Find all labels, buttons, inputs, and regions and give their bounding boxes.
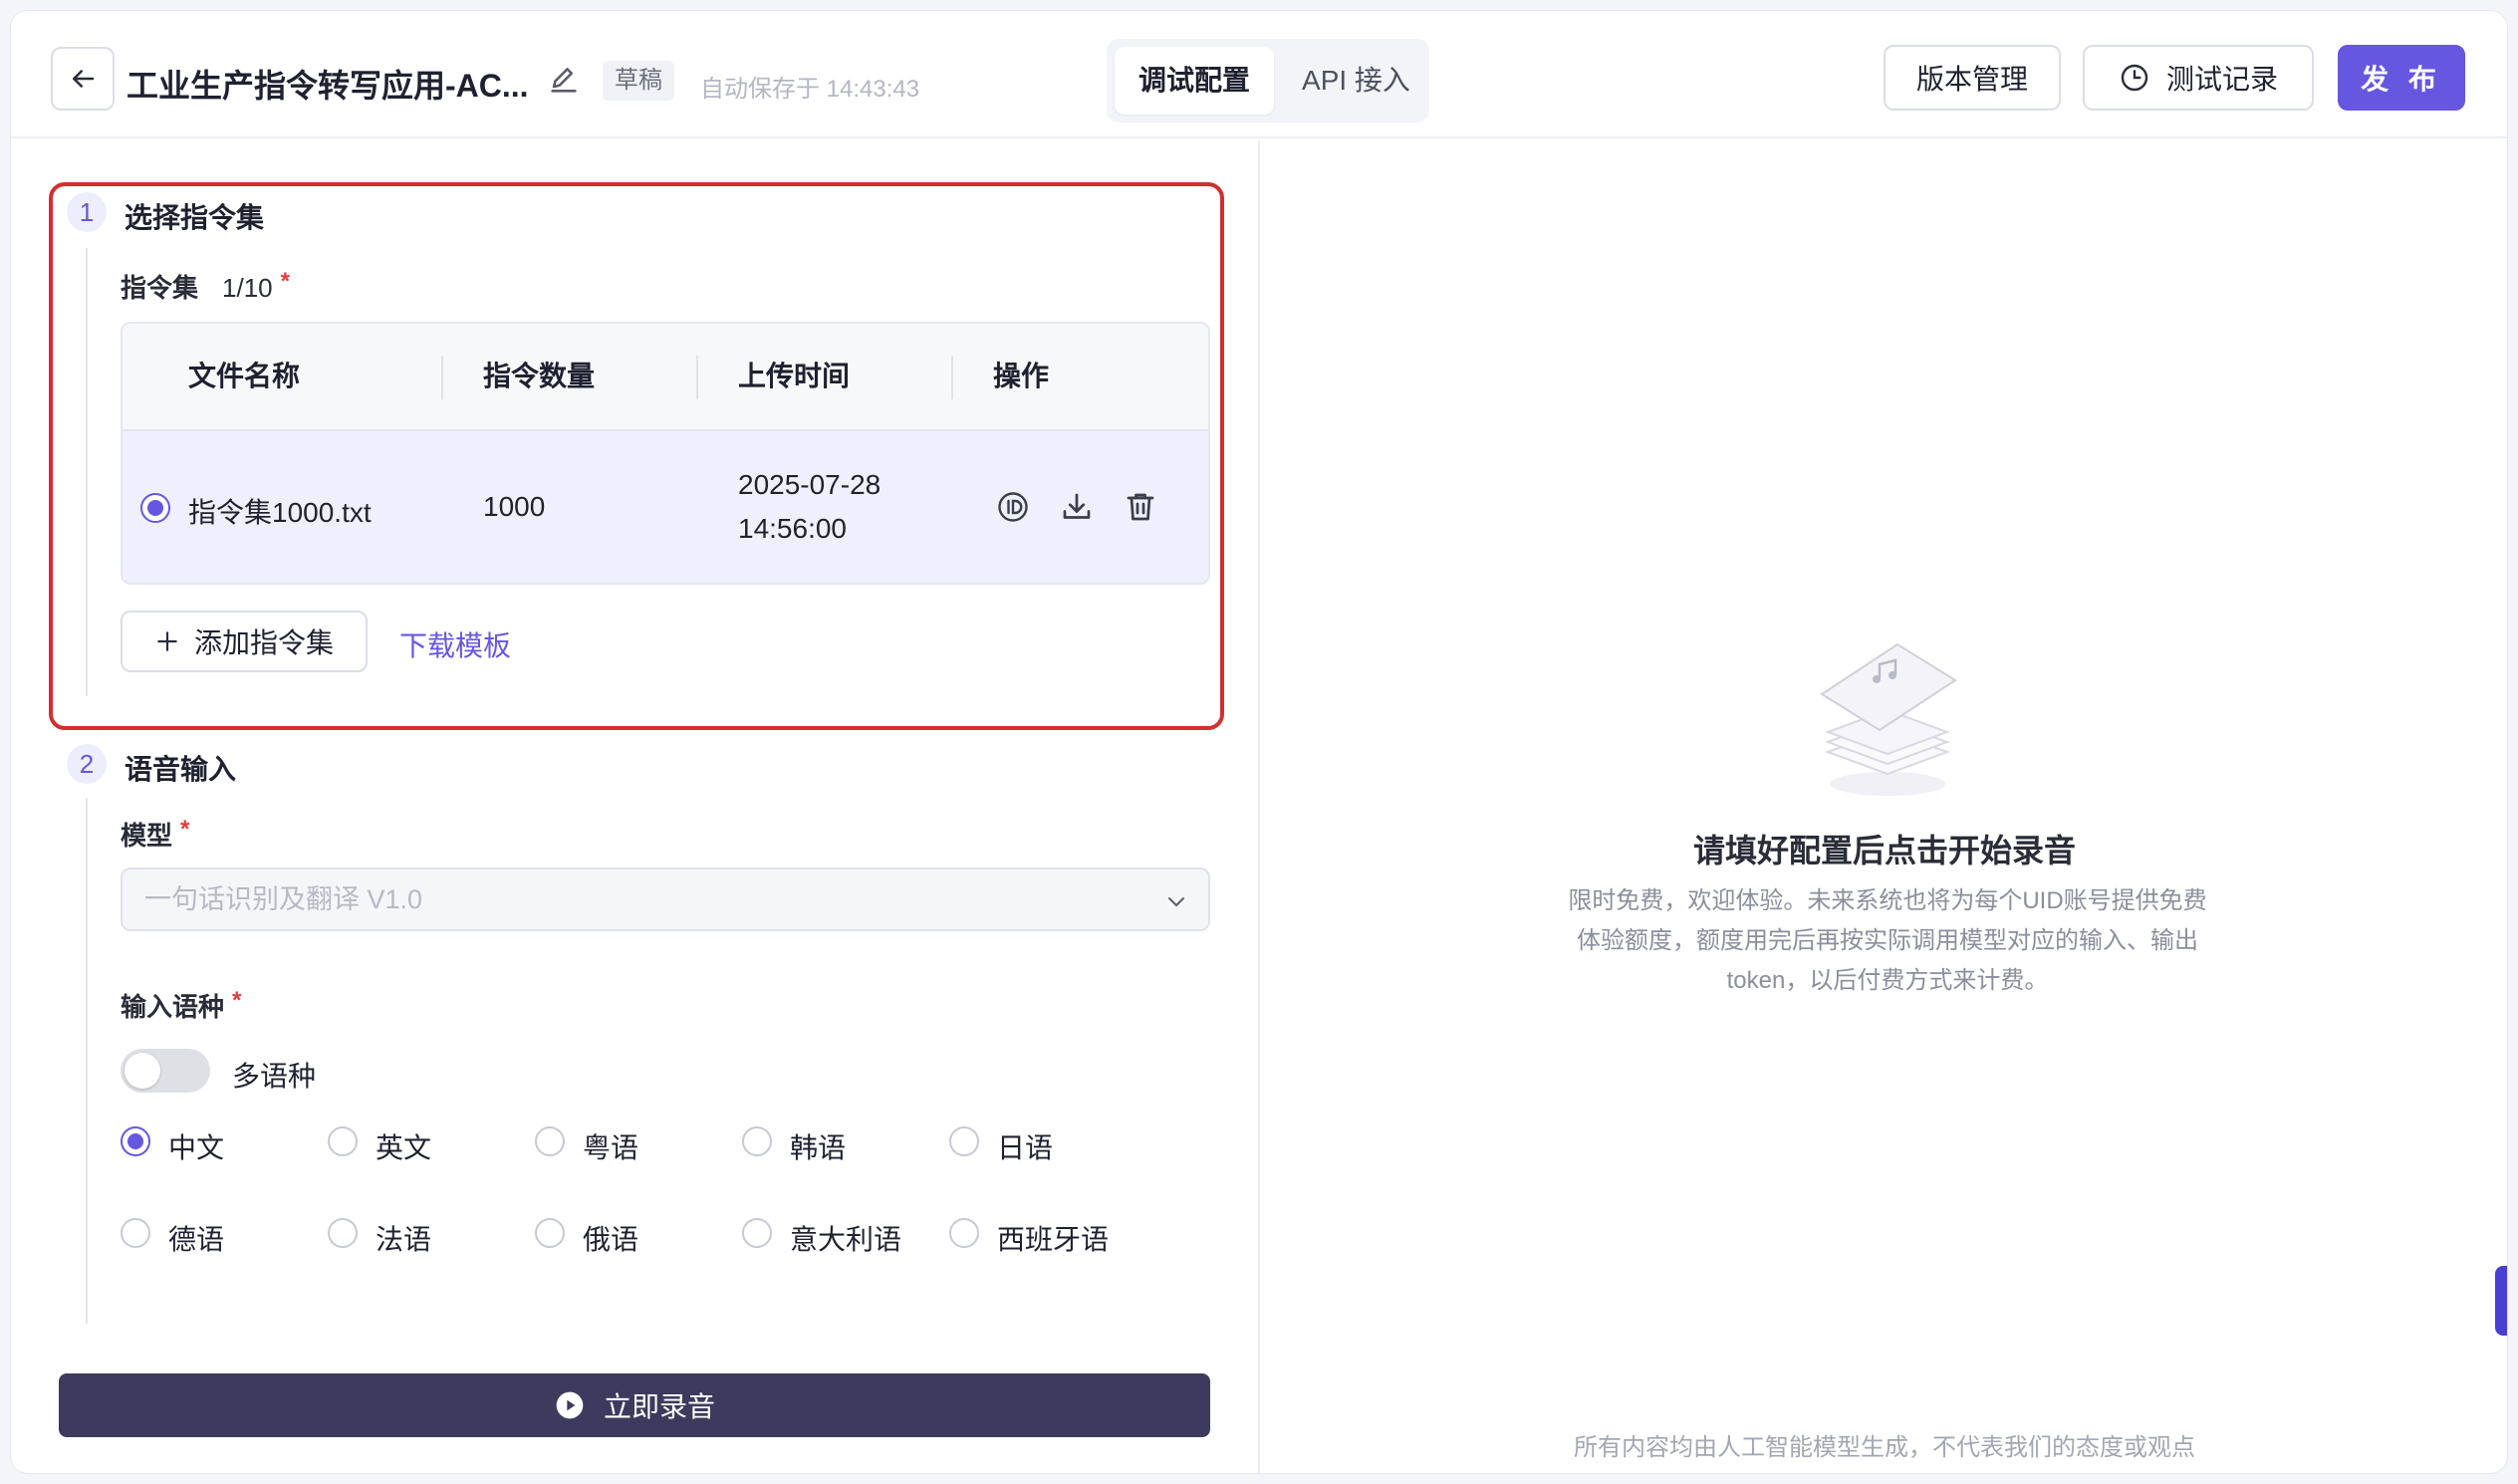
back-button[interactable] xyxy=(51,47,115,111)
record-now-button[interactable]: 立即录音 xyxy=(59,1373,1210,1437)
result-panel: 请填好配置后点击开始录音 限时免费，欢迎体验。未来系统也将为每个UID账号提供免… xyxy=(1260,140,2507,1473)
language-radio[interactable] xyxy=(949,1126,979,1156)
language-label: 日语 xyxy=(997,1132,1054,1163)
model-label: 模型 * xyxy=(121,816,189,853)
language-label: 英文 xyxy=(376,1132,432,1163)
version-management-label: 版本管理 xyxy=(1915,64,2028,95)
input-language-label: 输入语种 * xyxy=(121,987,241,1024)
upload-date-cell: 2025-07-28 xyxy=(738,469,881,500)
app-title: 工业生产指令转写应用-AC... xyxy=(126,68,529,104)
language-radio[interactable] xyxy=(535,1218,565,1248)
language-radio[interactable] xyxy=(949,1218,979,1248)
input-language-label-text: 输入语种 xyxy=(121,992,225,1022)
edit-icon[interactable] xyxy=(547,63,581,97)
language-label: 西班牙语 xyxy=(997,1224,1110,1255)
column-header-actions: 操作 xyxy=(993,361,1050,391)
language-radio[interactable] xyxy=(742,1218,772,1248)
table-row[interactable]: 指令集1000.txt 1000 2025-07-28 14:56:00 xyxy=(123,431,1208,583)
config-panel: 1 选择指令集 指令集 1/10 * 文件名称 指令数量 上传时间 操作 指令集10… xyxy=(11,140,1258,1473)
side-collapse-handle[interactable] xyxy=(2495,1266,2507,1336)
step-number-1: 1 xyxy=(67,192,107,232)
publish-button[interactable]: 发 布 xyxy=(2338,45,2465,111)
header-bar: 工业生产指令转写应用-AC... 草稿 自动保存于 14:43:43 调试配置 … xyxy=(11,11,2507,138)
ai-disclaimer-note: 所有内容均由人工智能模型生成，不代表我们的态度或观点 xyxy=(1574,1434,2195,1461)
multi-language-label: 多语种 xyxy=(232,1061,317,1092)
empty-state-desc-line: 限时免费，欢迎体验。未来系统也将为每个UID账号提供免费 xyxy=(1568,887,2207,914)
column-header-instruction-count: 指令数量 xyxy=(483,361,596,391)
language-label: 德语 xyxy=(168,1224,225,1255)
record-now-label: 立即录音 xyxy=(603,1391,715,1422)
instruction-set-label: 指令集 1/10 * xyxy=(121,268,290,305)
model-select-value: 一句话识别及翻译 V1.0 xyxy=(144,884,423,914)
section-title-instruction-set: 选择指令集 xyxy=(125,202,265,233)
row-select-radio[interactable] xyxy=(140,493,170,523)
tab-api-access[interactable]: API 接入 xyxy=(1278,47,1434,115)
test-record-button[interactable]: 测试记录 xyxy=(2083,45,2314,111)
column-separator xyxy=(951,356,953,399)
empty-state-desc-line: token，以后付费方式来计费。 xyxy=(1726,967,2049,994)
download-icon[interactable] xyxy=(1059,489,1095,525)
arrow-left-icon xyxy=(73,70,95,88)
language-label: 俄语 xyxy=(583,1224,639,1255)
upload-time-cell: 14:56:00 xyxy=(738,513,847,544)
language-label: 韩语 xyxy=(790,1132,847,1163)
language-radio[interactable] xyxy=(535,1126,565,1156)
language-radio[interactable] xyxy=(121,1218,150,1248)
table-header: 文件名称 指令数量 上传时间 操作 xyxy=(123,324,1208,431)
language-label: 中文 xyxy=(168,1132,225,1163)
instruction-set-table: 文件名称 指令数量 上传时间 操作 指令集1000.txt 1000 2025-… xyxy=(121,322,1210,585)
language-radio[interactable] xyxy=(328,1126,358,1156)
download-template-link[interactable]: 下载模板 xyxy=(399,624,511,664)
instruction-set-label-text: 指令集 xyxy=(121,273,199,303)
draft-badge: 草稿 xyxy=(603,61,674,101)
mode-tabs: 调试配置 API 接入 xyxy=(1107,39,1429,123)
model-select[interactable]: 一句话识别及翻译 V1.0 xyxy=(121,867,1210,931)
language-label: 粤语 xyxy=(583,1132,639,1163)
app-window: 工业生产指令转写应用-AC... 草稿 自动保存于 14:43:43 调试配置 … xyxy=(10,10,2508,1474)
instruction-set-count: 1/10 xyxy=(222,273,273,303)
plus-icon xyxy=(157,631,177,651)
file-name-cell: 指令集1000.txt xyxy=(188,497,372,528)
language-radio[interactable] xyxy=(328,1218,358,1248)
column-header-upload-time: 上传时间 xyxy=(738,361,851,391)
tab-debug-config[interactable]: 调试配置 xyxy=(1115,47,1275,115)
add-instruction-set-button[interactable]: 添加指令集 xyxy=(121,611,368,672)
section-title-voice-input: 语音输入 xyxy=(125,754,237,785)
step-connector-line xyxy=(86,798,88,1324)
language-label: 法语 xyxy=(376,1224,432,1255)
instruction-count-cell: 1000 xyxy=(483,491,546,522)
multi-language-toggle[interactable] xyxy=(121,1049,210,1093)
model-label-text: 模型 xyxy=(121,821,173,851)
test-record-label: 测试记录 xyxy=(2165,64,2278,95)
publish-label: 发 布 xyxy=(2361,64,2442,95)
column-separator xyxy=(441,356,443,399)
required-mark: * xyxy=(232,987,242,1014)
required-mark: * xyxy=(280,268,290,295)
column-header-file-name: 文件名称 xyxy=(188,361,301,391)
required-mark: * xyxy=(180,816,190,843)
empty-state-desc-line: 体验额度，额度用完后再按实际调用模型对应的输入、输出 xyxy=(1577,927,2198,954)
add-instruction-set-label: 添加指令集 xyxy=(193,627,334,658)
language-radio[interactable] xyxy=(742,1126,772,1156)
id-icon[interactable] xyxy=(995,489,1031,525)
column-separator xyxy=(696,356,698,399)
audio-stack-illustration-icon xyxy=(1820,642,1957,796)
language-radio[interactable] xyxy=(121,1126,150,1156)
language-label: 意大利语 xyxy=(790,1224,902,1255)
step-number-2: 2 xyxy=(67,744,107,784)
step-connector-line xyxy=(86,248,88,696)
empty-state-title: 请填好配置后点击开始录音 xyxy=(1692,833,2076,868)
chevron-down-icon xyxy=(1168,897,1184,906)
clock-icon xyxy=(2121,64,2148,92)
autosave-status: 自动保存于 14:43:43 xyxy=(700,76,920,103)
play-circle-icon xyxy=(556,1391,584,1419)
version-management-button[interactable]: 版本管理 xyxy=(1884,45,2061,111)
empty-state-description: 限时免费，欢迎体验。未来系统也将为每个UID账号提供免费 体验额度，额度用完后再… xyxy=(1549,881,2226,1001)
trash-icon[interactable] xyxy=(1123,489,1158,525)
